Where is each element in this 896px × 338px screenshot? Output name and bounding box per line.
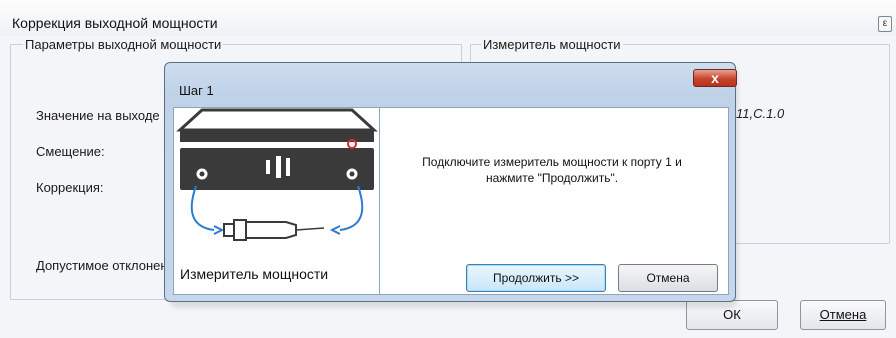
port-1-center [199,171,205,177]
dialog-body: Измеритель мощности Подключите измерител… [173,107,729,295]
probe-nut [233,219,247,241]
step-dialog: Шаг 1 x Измеритель мощности Подключите и… [164,62,737,302]
output-params-legend: Параметры выходной мощности [23,37,224,52]
probe-body [245,221,297,239]
output-value-label: Значение на выходе [36,108,160,123]
power-meter-illustration: Измеритель мощности [174,108,380,294]
logo-bar-1 [266,160,270,174]
device-connection-icon [176,108,378,241]
close-icon: x [711,70,719,86]
offset-label: Смещение: [36,144,105,159]
dialog-message: Подключите измеритель мощности к порту 1… [384,154,720,186]
illustration-caption: Измеритель мощности [180,266,329,282]
probe-cable [295,227,325,231]
main-window-close-button[interactable]: ε [878,16,892,32]
logo-bar-3 [286,158,290,176]
device-stripe [180,142,374,148]
continue-button[interactable]: Продолжить >> [466,264,606,292]
main-window-title: Коррекция выходной мощности [12,15,218,31]
probe-connector [223,223,235,237]
dialog-title: Шаг 1 [179,83,214,98]
cable-left-arrow [213,225,225,235]
main-cancel-label: Отмена [819,307,867,322]
correction-label: Коррекция: [36,180,104,195]
device-upper-band [180,130,374,142]
meter-firmware-value: 11,C.1.0 [736,106,785,121]
power-meter-legend: Измеритель мощности [481,37,623,52]
tolerance-label: Допустимое отклонение [36,258,183,273]
main-cancel-button[interactable]: Отмена [800,300,886,330]
dialog-cancel-button[interactable]: Отмена [618,264,718,292]
port-2-center [349,171,355,177]
cable-right [339,185,364,231]
dialog-message-line-1: Подключите измеритель мощности к порту 1… [422,155,682,169]
cable-left [190,185,215,231]
dialog-close-button[interactable]: x [693,69,737,87]
logo-bar-2 [276,156,281,178]
main-window-titlebar: Коррекция выходной мощности ε [0,0,896,36]
device-top-shape [176,108,378,132]
dialog-message-line-2: нажмите "Продолжить". [485,171,619,185]
cable-right-arrow [329,225,341,235]
